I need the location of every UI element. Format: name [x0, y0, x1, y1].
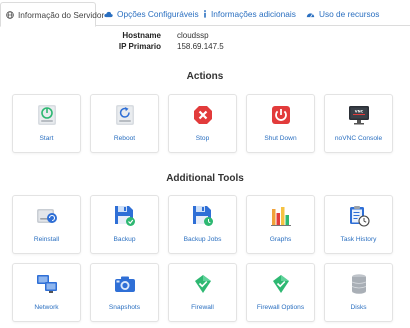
- backup-jobs-label: Backup Jobs: [183, 236, 222, 243]
- reboot-label: Reboot: [113, 135, 136, 142]
- hostname-value: cloudssp: [177, 31, 209, 40]
- additional-tools-title: Additional Tools: [166, 173, 244, 184]
- cloud-icon: [104, 11, 113, 18]
- backup-jobs-button[interactable]: Backup Jobs: [168, 195, 237, 254]
- reinstall-button[interactable]: Reinstall: [12, 195, 81, 254]
- backup-floppy-icon: [91, 205, 158, 227]
- firewall-shield-icon: [169, 273, 236, 295]
- novnc-console-button[interactable]: VNC noVNC Console: [324, 94, 393, 153]
- actions-title: Actions: [186, 71, 224, 82]
- tab-label: Informação do Servidor: [18, 9, 105, 20]
- tab-additional-info[interactable]: Informações adicionais: [203, 2, 296, 26]
- info-icon: [203, 10, 207, 18]
- network-button[interactable]: Network: [12, 263, 81, 322]
- stop-icon: [169, 104, 236, 126]
- snapshots-label: Snapshots: [108, 304, 141, 311]
- disks-button[interactable]: Disks: [324, 263, 393, 322]
- backup-label: Backup: [113, 236, 136, 243]
- start-label: Start: [39, 135, 54, 142]
- shutdown-icon: [247, 104, 314, 126]
- backup-button[interactable]: Backup: [90, 195, 159, 254]
- graphs-icon: [247, 205, 314, 227]
- stop-button[interactable]: Stop: [168, 94, 237, 153]
- reinstall-label: Reinstall: [33, 236, 60, 243]
- task-history-icon: [325, 205, 392, 227]
- start-button[interactable]: Start: [12, 94, 81, 153]
- hostname-label: Hostname: [122, 31, 161, 40]
- tab-label: Uso de recursos: [319, 9, 380, 19]
- novnc-console-label: noVNC Console: [334, 135, 383, 142]
- network-label: Network: [34, 304, 59, 311]
- globe-icon: [6, 10, 14, 19]
- tab-label: Informações adicionais: [211, 9, 296, 19]
- disks-icon: [325, 273, 392, 295]
- graphs-button[interactable]: Graphs: [246, 195, 315, 254]
- shutdown-label: Shut Down: [264, 135, 297, 142]
- tab-configurable-options[interactable]: Opções Configuráveis: [104, 2, 199, 26]
- firewall-button[interactable]: Firewall: [168, 263, 237, 322]
- hostname-row: Hostname cloudssp: [0, 30, 410, 41]
- task-history-label: Task History: [340, 236, 377, 243]
- dashboard-icon: [306, 11, 315, 18]
- ip-row: IP Primario 158.69.147.5: [0, 41, 410, 52]
- firewall-options-button[interactable]: Firewall Options: [246, 263, 315, 322]
- svg-text:VNC: VNC: [354, 109, 363, 113]
- reboot-drive-icon: [91, 104, 158, 126]
- graphs-label: Graphs: [269, 236, 292, 243]
- ip-value: 158.69.147.5: [177, 42, 224, 51]
- firewall-options-icon: [247, 273, 314, 295]
- stop-label: Stop: [195, 135, 210, 142]
- tab-resource-usage[interactable]: Uso de recursos: [306, 2, 379, 26]
- firewall-label: Firewall: [191, 304, 214, 311]
- power-on-drive-icon: [13, 104, 80, 126]
- snapshots-camera-icon: [91, 273, 158, 295]
- reinstall-drive-icon: [13, 205, 80, 227]
- tab-server-info[interactable]: Informação do Servidor: [0, 2, 104, 27]
- firewall-options-label: Firewall Options: [256, 304, 305, 311]
- vnc-monitor-icon: VNC: [325, 104, 392, 126]
- backup-jobs-floppy-icon: [169, 205, 236, 227]
- shutdown-button[interactable]: Shut Down: [246, 94, 315, 153]
- snapshots-button[interactable]: Snapshots: [90, 263, 159, 322]
- task-history-button[interactable]: Task History: [324, 195, 393, 254]
- disks-label: Disks: [350, 304, 367, 311]
- network-icon: [13, 273, 80, 295]
- tab-label: Opções Configuráveis: [117, 9, 199, 19]
- reboot-button[interactable]: Reboot: [90, 94, 159, 153]
- tab-bar: Informação do Servidor Opções Configuráv…: [0, 0, 410, 27]
- ip-label: IP Primario: [118, 42, 161, 51]
